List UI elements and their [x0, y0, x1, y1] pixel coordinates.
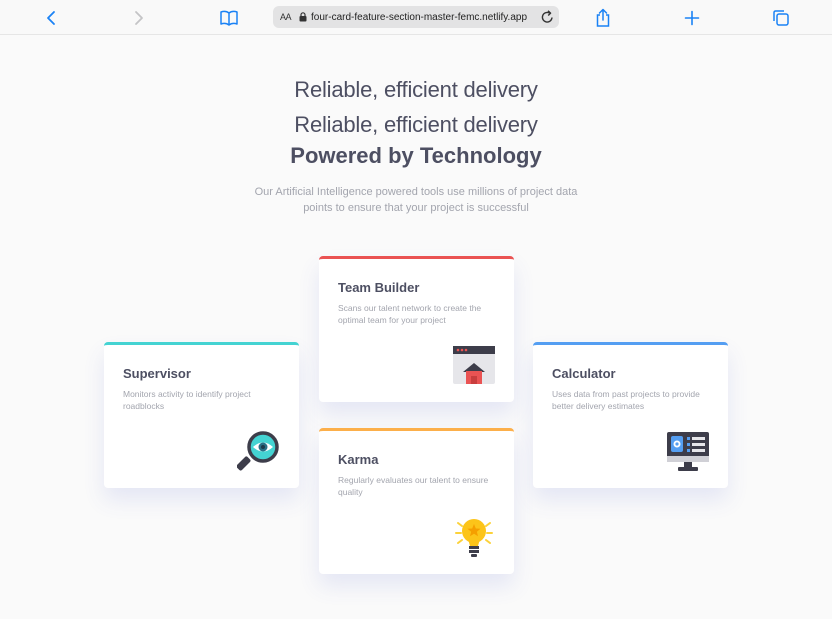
- card-karma: Karma Regularly evaluates our talent to …: [319, 428, 514, 574]
- bookmarks-icon: [220, 10, 238, 26]
- bookmarks-button[interactable]: [217, 6, 241, 30]
- card-title: Supervisor: [123, 366, 191, 381]
- lightbulb-icon: [455, 519, 493, 557]
- url-text: four-card-feature-section-master-femc.ne…: [311, 11, 528, 23]
- new-tab-button[interactable]: [680, 6, 704, 30]
- card-calculator: Calculator Uses data from past projects …: [533, 342, 728, 488]
- card-description: Monitors activity to identify project ro…: [123, 389, 251, 411]
- tabs-button[interactable]: [769, 6, 793, 30]
- team-builder-icon: [453, 346, 495, 384]
- forward-button[interactable]: [127, 6, 151, 30]
- back-button[interactable]: [39, 6, 63, 30]
- card-description: Regularly evaluates our talent to ensure…: [338, 475, 489, 497]
- intro-description: Our Artificial Intelligence powered tool…: [254, 186, 578, 214]
- card-title: Team Builder: [338, 280, 420, 295]
- forward-icon: [135, 11, 143, 25]
- card-title: Calculator: [552, 366, 616, 381]
- header-line-1: Reliable, efficient delivery: [294, 77, 538, 102]
- share-icon: [596, 8, 610, 27]
- header-line-2: Reliable, efficient delivery: [294, 112, 538, 137]
- card-supervisor: Supervisor Monitors activity to identify…: [104, 342, 299, 488]
- address-bar[interactable]: AA four-card-feature-section-master-femc…: [273, 6, 559, 28]
- card-team-builder: Team Builder Scans our talent network to…: [319, 256, 514, 402]
- card-description: Uses data from past projects to provide …: [552, 389, 700, 411]
- browser-toolbar: AA four-card-feature-section-master-femc…: [0, 0, 832, 35]
- new-tab-icon: [684, 10, 700, 26]
- card-title: Karma: [338, 452, 379, 467]
- text-size-button[interactable]: AA: [280, 12, 292, 22]
- back-icon: [47, 11, 55, 25]
- lock-icon: [299, 12, 307, 22]
- magnifier-eye-icon: [237, 431, 279, 471]
- page-title: Powered by Technology: [290, 143, 542, 168]
- page-content: Reliable, efficient delivery Reliable, e…: [0, 35, 832, 619]
- card-description: Scans our talent network to create the o…: [338, 303, 482, 325]
- reload-icon[interactable]: [541, 10, 554, 24]
- calculator-monitor-icon: [667, 432, 709, 471]
- share-button[interactable]: [591, 6, 615, 30]
- tabs-icon: [773, 10, 789, 26]
